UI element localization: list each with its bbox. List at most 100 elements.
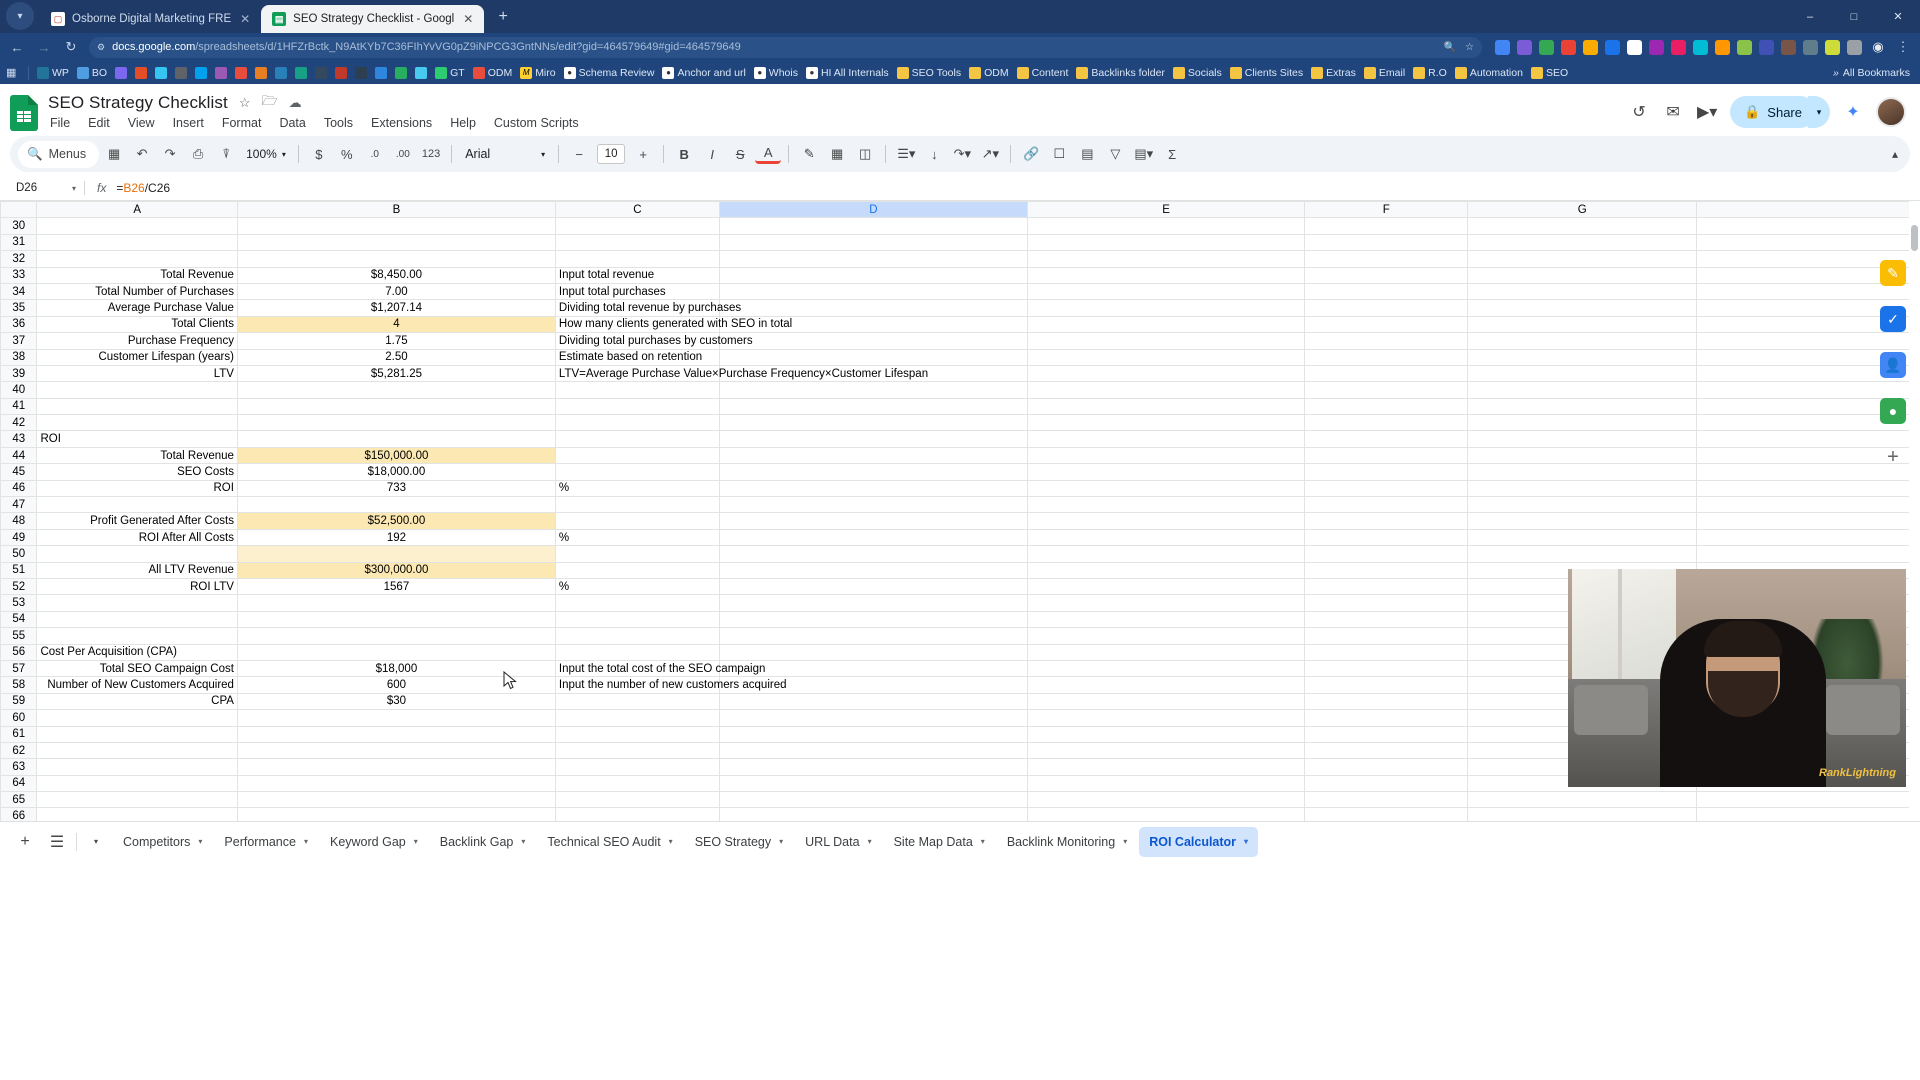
cell-C43[interactable] [554,430,720,448]
cell-B30[interactable] [236,217,556,235]
cell-B47[interactable] [236,496,556,514]
cell-D57[interactable] [718,659,1028,678]
sheet-tab-url-data[interactable]: URL Data ▾ [795,827,881,857]
cell-G35[interactable] [1467,299,1698,317]
cell-A53[interactable] [36,594,238,612]
bold-icon[interactable]: B [671,141,697,167]
star-icon[interactable]: ☆ [239,95,251,111]
cell-A57[interactable]: Total SEO Campaign Cost [36,659,238,678]
bookmark-odm-2[interactable]: ODM [969,66,1009,79]
column-header-E[interactable]: E [1026,201,1306,219]
cell-G30[interactable] [1467,217,1698,235]
cell-D64[interactable] [718,774,1028,793]
cell-F63[interactable] [1304,758,1469,776]
row-header-34[interactable]: 34 [0,282,38,301]
chevron-down-icon[interactable]: ▾ [669,837,673,846]
chevron-down-icon[interactable]: ▾ [779,837,783,846]
cell-B54[interactable] [236,610,556,629]
cell-B64[interactable] [236,774,556,793]
cell-E56[interactable] [1026,643,1306,661]
chevron-down-icon[interactable]: ▾ [198,837,202,846]
cell-D49[interactable] [718,528,1028,547]
cell-E34[interactable] [1026,282,1306,301]
star-icon[interactable]: ☆ [1465,42,1474,53]
cell-E41[interactable] [1026,397,1306,416]
cell-D61[interactable] [718,725,1028,743]
cell-F52[interactable] [1304,577,1469,596]
cell-F33[interactable] [1304,266,1469,284]
move-to-folder-icon[interactable]: 🗁 [261,92,277,114]
extension-icon-7[interactable] [1627,39,1642,55]
cell-E64[interactable] [1026,774,1306,793]
chrome-menu-icon[interactable]: ⋮ [1894,39,1912,55]
row-header-48[interactable]: 48 [0,512,38,530]
cell-F38[interactable] [1304,348,1469,366]
cell-E59[interactable] [1026,692,1306,711]
cell-A65[interactable] [36,791,238,809]
cell-F60[interactable] [1304,709,1469,727]
cell-A40[interactable] [36,381,238,399]
cell-C63[interactable] [554,758,720,776]
extension-icon-9[interactable] [1671,39,1686,55]
sheet-tab-competitors[interactable]: Competitors ▾ [113,827,212,857]
cell-G46[interactable] [1467,479,1698,498]
cell-E53[interactable] [1026,594,1306,612]
sheet-tab-backlink-monitoring[interactable]: Backlink Monitoring ▾ [997,827,1137,857]
cell-A43[interactable]: ROI [36,430,238,448]
share-button[interactable]: 🔒 Share [1730,96,1816,128]
cell-A30[interactable] [36,217,238,235]
cell-C58[interactable]: Input the number of new customers acquir… [554,676,787,694]
back-icon[interactable]: ← [8,40,26,55]
cell-A51[interactable]: All LTV Revenue [36,561,238,579]
cell-A39[interactable]: LTV [36,364,238,383]
cell-D47[interactable] [718,496,1028,514]
cell-E58[interactable] [1026,676,1306,694]
cell-F62[interactable] [1304,741,1469,760]
zoom-icon[interactable]: 🔍 [1444,42,1456,53]
bookmark-icon-only-15[interactable] [355,66,368,79]
bookmark-wp[interactable]: WP [37,66,69,79]
cell-F39[interactable] [1304,364,1469,383]
row-header-53[interactable]: 53 [0,594,38,612]
extension-icon-11[interactable] [1715,39,1730,55]
cell-B38[interactable]: 2.50 [236,348,556,366]
currency-format-icon[interactable]: $ [306,141,332,167]
cell-E37[interactable] [1026,332,1306,350]
chevron-down-icon[interactable]: ▾ [868,837,872,846]
cell-F36[interactable] [1304,315,1469,334]
cell-E65[interactable] [1026,791,1306,809]
cell-C64[interactable] [554,774,720,793]
row-header-54[interactable]: 54 [0,610,38,629]
row-header-55[interactable]: 55 [0,627,38,645]
cell-C54[interactable] [554,610,720,629]
extension-icon-8[interactable] [1649,39,1664,55]
contacts-icon[interactable]: 👤 [1880,352,1906,378]
cell-D60[interactable] [718,709,1028,727]
bookmark-whois[interactable]: ● Whois [753,66,798,79]
column-header-G[interactable]: G [1467,201,1698,219]
cell-A58[interactable]: Number of New Customers Acquired [36,676,238,694]
menu-format[interactable]: Format [220,115,264,131]
cell-C34[interactable]: Input total purchases [554,282,720,301]
close-window-icon[interactable]: ✕ [1876,10,1920,23]
cell-A31[interactable] [36,233,238,252]
cell-C65[interactable] [554,791,720,809]
cell-B63[interactable] [236,758,556,776]
bookmark-icon-only-8[interactable] [215,66,228,79]
cell-D51[interactable] [718,561,1028,579]
all-sheets-icon[interactable]: ☰ [42,827,72,857]
cell-C60[interactable] [554,709,720,727]
cell-C59[interactable] [554,692,720,711]
increase-decimal-icon[interactable]: .00 [390,141,416,167]
cell-F40[interactable] [1304,381,1469,399]
browser-tab-2[interactable]: ▤ SEO Strategy Checklist - Googl ✕ [261,5,485,33]
cell-D44[interactable] [718,446,1028,465]
menu-tools[interactable]: Tools [322,115,355,131]
cell-G45[interactable] [1467,463,1698,481]
functions-icon[interactable]: Σ [1159,141,1185,167]
chevron-down-icon[interactable]: ▾ [1244,837,1248,846]
row-header-61[interactable]: 61 [0,725,38,743]
chevron-down-icon[interactable]: ▾ [1123,837,1127,846]
cell-D30[interactable] [718,217,1028,235]
bookmark-socials[interactable]: Socials [1172,66,1222,79]
